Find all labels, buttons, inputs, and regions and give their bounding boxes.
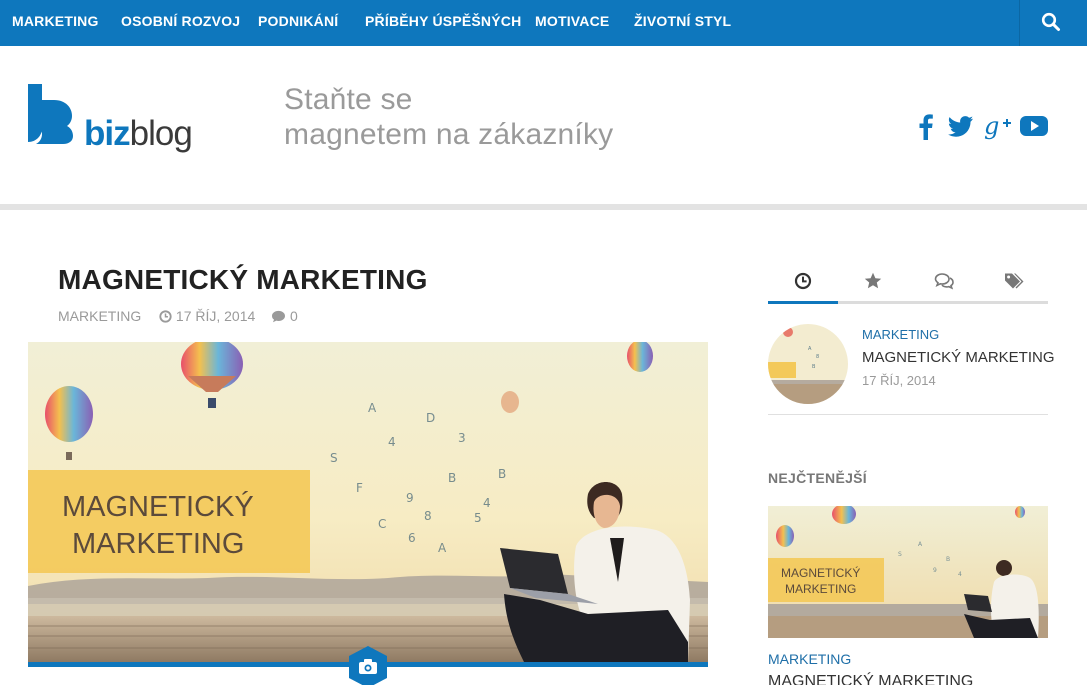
svg-text:8: 8 [424, 509, 432, 523]
tab-active-indicator [768, 301, 838, 304]
nav-item-podnikani[interactable]: PODNIKÁNÍ [258, 0, 338, 46]
svg-text:4: 4 [958, 571, 962, 578]
nav-item-marketing[interactable]: MARKETING [12, 0, 99, 46]
popular-post-title[interactable]: MAGNETICKÝ MARKETING [768, 673, 973, 685]
popular-image-text-line-1: MAGNETICKÝ [781, 565, 860, 580]
recent-post-title[interactable]: MAGNETICKÝ MARKETING [862, 349, 1055, 366]
tab-recent[interactable] [768, 266, 838, 302]
site-logo[interactable]: bizblog [28, 84, 198, 154]
site-tagline: Staňte se magnetem na zákazníky [284, 82, 613, 152]
svg-text:3: 3 [458, 431, 466, 445]
svg-text:g: g [984, 114, 999, 140]
popular-post-image[interactable]: SA9B4 MAGNETICKÝ MARKETING [768, 506, 1048, 638]
image-text-line-1: MAGNETICKÝ [62, 490, 254, 523]
post-title[interactable]: MAGNETICKÝ MARKETING [58, 264, 428, 296]
svg-text:S: S [898, 551, 902, 558]
twitter-link[interactable] [948, 114, 974, 143]
svg-text:B: B [448, 471, 456, 485]
featured-illustration: S A 9 4 B 8 F 5 A 6 C 3 B 4 D MAGNETICKÝ MARKETING [28, 342, 708, 662]
svg-text:8: 8 [816, 354, 819, 360]
top-navigation: MARKETING OSOBNÍ ROZVOJ PODNIKÁNÍ PŘÍBĚH… [0, 0, 1087, 46]
svg-text:B: B [498, 467, 506, 481]
search-button[interactable] [1019, 0, 1087, 46]
twitter-icon [948, 116, 973, 137]
header-divider [0, 204, 1087, 210]
facebook-link[interactable] [918, 114, 934, 145]
logo-b-icon [28, 84, 73, 144]
svg-text:9: 9 [933, 567, 937, 574]
nav-item-pribehy-uspesnych[interactable]: PŘÍBĚHY ÚSPĚŠNÝCH [365, 0, 521, 46]
post-category[interactable]: MARKETING [58, 308, 141, 324]
tab-comments[interactable] [908, 266, 978, 302]
tags-icon [1005, 273, 1024, 289]
image-text-line-2: MARKETING [72, 528, 244, 560]
svg-text:F: F [356, 481, 363, 495]
camera-icon [349, 646, 387, 685]
google-plus-link[interactable]: g [984, 112, 1012, 145]
youtube-link[interactable] [1020, 114, 1048, 143]
svg-text:S: S [330, 451, 338, 465]
popular-image-text-line-2: MARKETING [785, 582, 856, 596]
comment-icon [272, 310, 286, 323]
svg-text:D: D [426, 411, 435, 425]
youtube-icon [1020, 116, 1048, 136]
sidebar-separator [768, 414, 1048, 415]
recent-post-date: 17 ŘÍJ, 2014 [862, 373, 936, 388]
popular-post-category[interactable]: MARKETING [768, 651, 851, 667]
clock-icon [159, 310, 172, 323]
featured-image[interactable]: S A 9 4 B 8 F 5 A 6 C 3 B 4 D MAGNETICKÝ MARKETING [28, 342, 708, 662]
post-meta: MARKETING 17 ŘÍJ, 2014 0 [58, 307, 298, 324]
recent-post-image: A8B [768, 324, 848, 404]
post-date: 17 ŘÍJ, 2014 [175, 308, 256, 325]
gallery-button[interactable] [348, 646, 388, 685]
comments-icon [934, 273, 954, 290]
nav-item-zivotni-styl[interactable]: ŽIVOTNÍ STYL [634, 0, 731, 46]
facebook-icon [919, 114, 933, 140]
svg-text:5: 5 [474, 511, 482, 525]
logo-biz: biz [84, 114, 131, 153]
svg-text:A: A [808, 346, 812, 352]
svg-text:A: A [368, 401, 377, 415]
sidebar-tabs [768, 266, 1048, 304]
recent-post-category[interactable]: MARKETING [862, 327, 939, 342]
svg-text:9: 9 [406, 491, 414, 505]
clock-icon [794, 272, 812, 290]
google-plus-icon: g [984, 112, 1011, 140]
svg-text:A: A [438, 541, 447, 555]
star-icon [864, 272, 882, 289]
tagline-line-2: magnetem na zákazníky [284, 118, 614, 151]
svg-text:B: B [812, 364, 816, 370]
nav-item-osobni-rozvoj[interactable]: OSOBNÍ ROZVOJ [121, 0, 240, 46]
recent-post-thumbnail[interactable]: A8B [768, 324, 848, 404]
tab-tags[interactable] [978, 266, 1048, 302]
nav-item-motivace[interactable]: MOTIVACE [535, 0, 609, 46]
svg-text:6: 6 [408, 531, 416, 545]
tab-popular[interactable] [838, 266, 908, 302]
post-comment-count[interactable]: 0 [290, 308, 298, 324]
tagline-line-1: Staňte se [284, 83, 413, 116]
logo-wordmark: bizblog [84, 114, 193, 153]
svg-text:C: C [378, 517, 386, 531]
popular-post-illustration: SA9B4 MAGNETICKÝ MARKETING [768, 506, 1048, 638]
search-icon [1041, 12, 1060, 31]
svg-text:4: 4 [483, 496, 491, 510]
site-header: bizblog Staňte se magnetem na zákazníky … [0, 46, 1087, 204]
svg-text:B: B [946, 556, 950, 563]
popular-widget-title: NEJČTENĚJŠÍ [768, 470, 867, 486]
svg-text:4: 4 [388, 435, 396, 449]
logo-blog: blog [129, 114, 193, 153]
